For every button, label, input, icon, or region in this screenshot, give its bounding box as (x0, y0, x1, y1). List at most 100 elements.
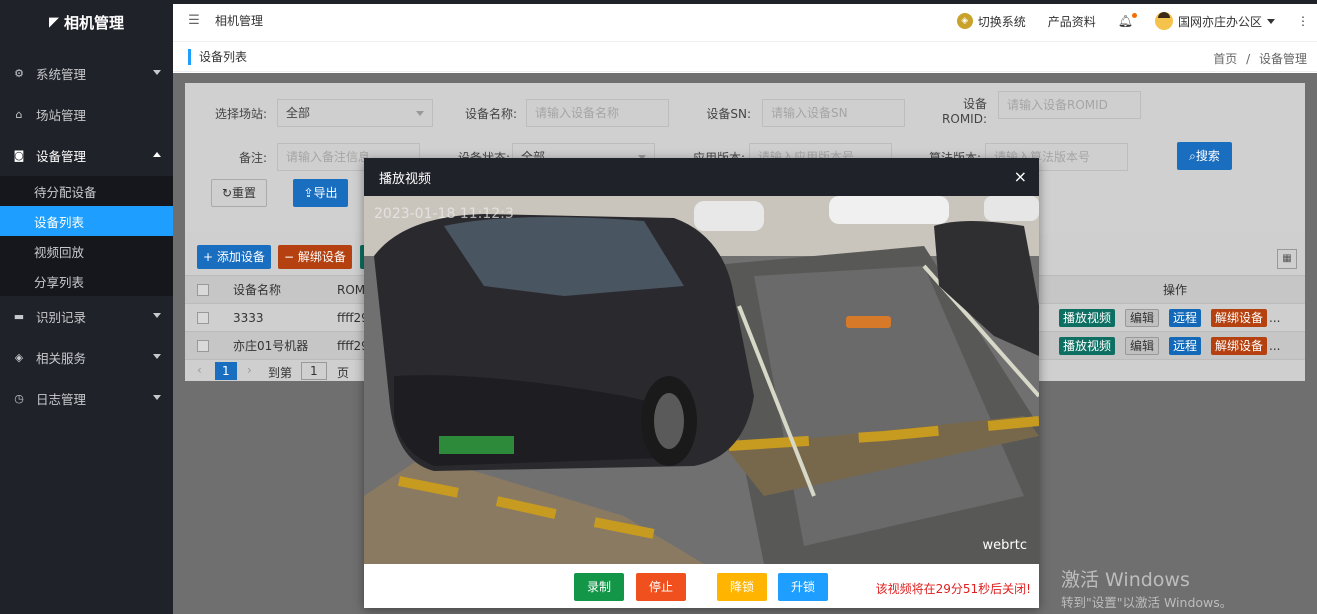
product-docs-link[interactable]: 产品资料 (1048, 13, 1096, 30)
video-frame: 2023-01-18 11:12:3 (364, 196, 1039, 564)
export-button[interactable]: ⇪导出 (293, 179, 348, 207)
sidebar: ◤ 相机管理 ⚙ 系统管理 ⌂ 场站管理 ◙ 设备管理 待分配设备 设备列表 视… (0, 0, 173, 614)
page-unit-label: 页 (337, 366, 350, 380)
submenu-share-list[interactable]: 分享列表 (0, 266, 173, 296)
video-player[interactable]: 2023-01-18 11:12:3 webrtc (364, 196, 1039, 564)
menu-label: 场站管理 (36, 108, 87, 123)
reset-label: 重置 (232, 186, 257, 200)
reset-button[interactable]: ↻重置 (211, 179, 267, 207)
page-title: 设备列表 (188, 49, 247, 65)
more-icon[interactable]: ⋮ (1297, 14, 1309, 28)
breadcrumb-separator: / (1246, 52, 1251, 66)
menu-label: 系统管理 (36, 67, 87, 82)
notification-dot (1131, 13, 1137, 18)
header-device-name: 设备名称 (233, 283, 282, 297)
breadcrumb: 首页 / 设备管理 (1213, 50, 1307, 67)
menu-label: 日志管理 (36, 392, 87, 407)
search-label: 搜索 (1195, 149, 1220, 163)
play-video-button[interactable]: 播放视频 (1059, 308, 1116, 327)
edit-button[interactable]: 编辑 (1125, 308, 1160, 327)
camera-icon: ◙ (13, 149, 25, 162)
switch-system-button[interactable]: ◈ 切换系统 (956, 13, 1026, 30)
video-modal: 播放视频 × 2023-01-18 11:12:3 webrtc 录制 停止 降… (364, 158, 1039, 608)
page-input[interactable]: 1 (301, 362, 327, 380)
station-label: 选择场站: (214, 107, 267, 121)
menu-records[interactable]: ▬ 识别记录 (0, 296, 173, 337)
station-select[interactable]: 全部 (277, 99, 433, 127)
next-page-icon[interactable]: › (247, 363, 252, 377)
menu-label: 设备管理 (36, 149, 87, 164)
edit-button[interactable]: 编辑 (1125, 336, 1160, 355)
menu-system[interactable]: ⚙ 系统管理 (0, 53, 173, 94)
menu-label: 识别记录 (36, 310, 87, 325)
submenu-device-list[interactable]: 设备列表 (0, 206, 173, 236)
header-actions: ◈ 切换系统 产品资料 🔔︎ 国网亦庄办公区 ⋮ (956, 12, 1309, 30)
user-menu[interactable]: 国网亦庄办公区 (1154, 12, 1275, 30)
submenu-unassigned[interactable]: 待分配设备 (0, 176, 173, 206)
row-checkbox[interactable] (197, 311, 209, 324)
menu-toggle-icon[interactable]: ☰ (173, 13, 215, 28)
modal-header: 播放视频 × (364, 158, 1039, 196)
tab-camera[interactable]: 相机管理 (215, 12, 263, 29)
more-actions[interactable]: ... (1269, 339, 1280, 353)
menu-services[interactable]: ◈ 相关服务 (0, 337, 173, 378)
record-button[interactable]: 录制 (574, 573, 624, 601)
page-header: 设备列表 首页 / 设备管理 (173, 42, 1317, 72)
submenu-device: 待分配设备 设备列表 视频回放 分享列表 (0, 176, 173, 296)
raise-lock-button[interactable]: 升锁 (778, 573, 828, 601)
remote-button[interactable]: 远程 (1169, 308, 1202, 327)
remark-label: 备注: (238, 151, 267, 165)
menu-device[interactable]: ◙ 设备管理 (0, 135, 173, 176)
menu-station[interactable]: ⌂ 场站管理 (0, 94, 173, 135)
lower-lock-button[interactable]: 降锁 (717, 573, 767, 601)
clock-icon: ◷ (14, 392, 24, 405)
breadcrumb-home[interactable]: 首页 (1213, 52, 1237, 66)
header-rom: ROM (337, 282, 366, 297)
name-input[interactable]: 请输入设备名称 (526, 99, 669, 127)
export-label: 导出 (313, 186, 338, 200)
remote-button[interactable]: 远程 (1169, 336, 1202, 355)
columns-icon[interactable]: ▦ (1277, 249, 1297, 269)
bell-icon[interactable]: 🔔︎ (1118, 13, 1137, 28)
sn-input[interactable]: 请输入设备SN (762, 99, 905, 127)
top-bar: ☰ 相机管理 ◈ 切换系统 产品资料 🔔︎ 国网亦庄办公区 ⋮ (173, 0, 1317, 42)
select-all-checkbox[interactable] (197, 283, 209, 296)
row-device-name: 亦庄01号机器 (233, 339, 309, 353)
unbind-button[interactable]: 解绑设备 (1211, 336, 1268, 355)
row-checkbox[interactable] (197, 339, 209, 352)
windows-watermark-subtitle: 转到"设置"以激活 Windows。 (1061, 595, 1233, 610)
unbind-button[interactable]: 解绑设备 (1211, 308, 1268, 327)
page-1-button[interactable]: 1 (215, 362, 237, 380)
chevron-down-icon (153, 395, 161, 400)
top-strip (0, 0, 1317, 4)
video-timestamp-overlay: 2023-01-18 11:12:3 (374, 206, 514, 222)
more-actions[interactable]: ... (1269, 311, 1280, 325)
avatar (1154, 12, 1173, 30)
romid-label-line2: ROMID: (942, 112, 987, 126)
video-source-label: webrtc (982, 538, 1027, 553)
close-icon[interactable]: × (1014, 167, 1027, 186)
service-icon: ◈ (14, 351, 24, 364)
app-logo[interactable]: ◤ 相机管理 (0, 0, 173, 44)
prev-page-icon[interactable]: ‹ (197, 363, 202, 377)
search-button[interactable]: ⌕搜索 (1177, 142, 1232, 170)
camera-icon: ◤ (48, 14, 59, 30)
romid-input[interactable]: 请输入设备ROMID (998, 91, 1141, 119)
modal-title: 播放视频 (379, 171, 432, 187)
row-device-name: 3333 (233, 310, 264, 325)
add-device-button[interactable]: + 添加设备 (197, 245, 271, 269)
name-label: 设备名称: (464, 107, 517, 121)
refresh-icon: ↻ (221, 186, 233, 200)
home-icon: ⌂ (15, 108, 23, 121)
goto-label: 到第 (268, 366, 293, 380)
play-video-button[interactable]: 播放视频 (1059, 336, 1116, 355)
search-icon: ⌕ (1189, 149, 1196, 163)
menu-logs[interactable]: ◷ 日志管理 (0, 378, 173, 419)
user-name: 国网亦庄办公区 (1177, 14, 1262, 29)
unbind-device-button[interactable]: − 解绑设备 (278, 245, 352, 269)
stop-button[interactable]: 停止 (636, 573, 686, 601)
switch-icon: ◈ (956, 13, 973, 29)
submenu-video-playback[interactable]: 视频回放 (0, 236, 173, 266)
close-countdown-notice: 该视频将在29分51秒后关闭! (875, 582, 1031, 596)
chevron-down-icon (153, 313, 161, 318)
